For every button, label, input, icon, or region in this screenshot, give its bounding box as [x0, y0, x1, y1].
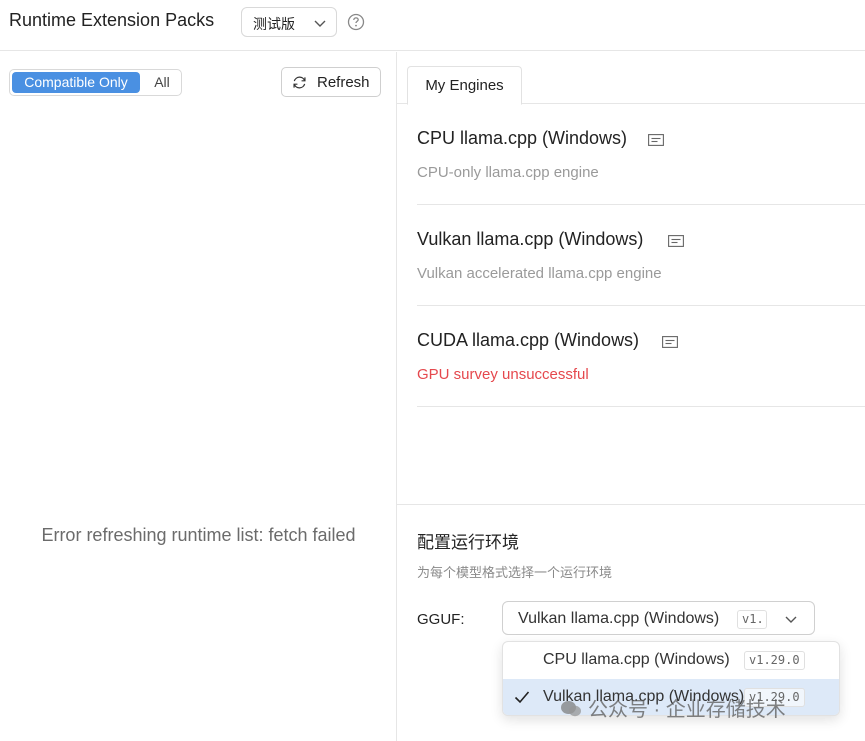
gguf-runtime-select[interactable]: Vulkan llama.cpp (Windows) v1.	[502, 601, 815, 635]
runtime-select-value: Vulkan llama.cpp (Windows)	[518, 610, 720, 627]
error-message: Error refreshing runtime list: fetch fai…	[41, 525, 356, 545]
dropdown-option[interactable]: CPU llama.cpp (Windows) v1.29.0	[503, 642, 839, 679]
engine-name: CUDA llama.cpp (Windows)	[417, 330, 640, 350]
engine-item[interactable]: CPU llama.cpp (Windows) CPU-only llama.c…	[417, 104, 865, 205]
version-badge: v1.	[737, 610, 767, 629]
chevron-down-icon	[785, 616, 797, 623]
watermark-text: 公众号 · 企业存储技术	[588, 699, 786, 721]
engine-description: CPU-only llama.cpp engine	[417, 164, 599, 181]
tab-bar: My Engines	[397, 52, 865, 105]
filter-compatible-only[interactable]: Compatible Only	[12, 72, 140, 93]
page-title: Runtime Extension Packs	[9, 10, 215, 30]
release-notes-icon[interactable]	[668, 235, 684, 247]
check-icon	[514, 691, 530, 704]
engine-item[interactable]: Vulkan llama.cpp (Windows) Vulkan accele…	[417, 205, 865, 306]
header: Runtime Extension Packs 测试版	[0, 0, 865, 51]
refresh-button[interactable]: Refresh	[281, 67, 381, 97]
tab-my-engines[interactable]: My Engines	[407, 66, 522, 105]
refresh-icon	[293, 76, 306, 89]
gguf-label: GGUF:	[417, 611, 465, 628]
runtime-list-panel: Compatible Only All Refresh Error refres…	[0, 52, 397, 741]
compatibility-filter: Compatible Only All	[9, 69, 182, 96]
wechat-icon	[561, 701, 581, 717]
release-notes-icon[interactable]	[648, 134, 664, 146]
engine-item[interactable]: CUDA llama.cpp (Windows) GPU survey unsu…	[417, 306, 865, 407]
config-title: 配置运行环境	[417, 533, 519, 552]
channel-select-value: 测试版	[253, 16, 295, 32]
engine-name: CPU llama.cpp (Windows)	[417, 128, 628, 148]
chevron-down-icon	[314, 20, 326, 27]
refresh-button-label: Refresh	[317, 74, 370, 91]
version-badge: v1.29.0	[744, 651, 805, 670]
filter-all[interactable]: All	[146, 72, 178, 93]
channel-select[interactable]: 测试版	[241, 7, 337, 37]
watermark: 公众号 · 企业存储技术	[560, 693, 786, 722]
release-notes-icon[interactable]	[662, 336, 678, 348]
engine-description: Vulkan accelerated llama.cpp engine	[417, 265, 662, 282]
config-subtitle: 为每个模型格式选择一个运行环境	[417, 565, 613, 580]
engine-name: Vulkan llama.cpp (Windows)	[417, 229, 644, 249]
question-circle-icon[interactable]	[347, 13, 365, 31]
engine-status-error: GPU survey unsuccessful	[417, 366, 589, 383]
option-label: CPU llama.cpp (Windows)	[543, 651, 730, 668]
engines-panel: My Engines CPU llama.cpp (Windows) CPU-o…	[397, 52, 865, 741]
